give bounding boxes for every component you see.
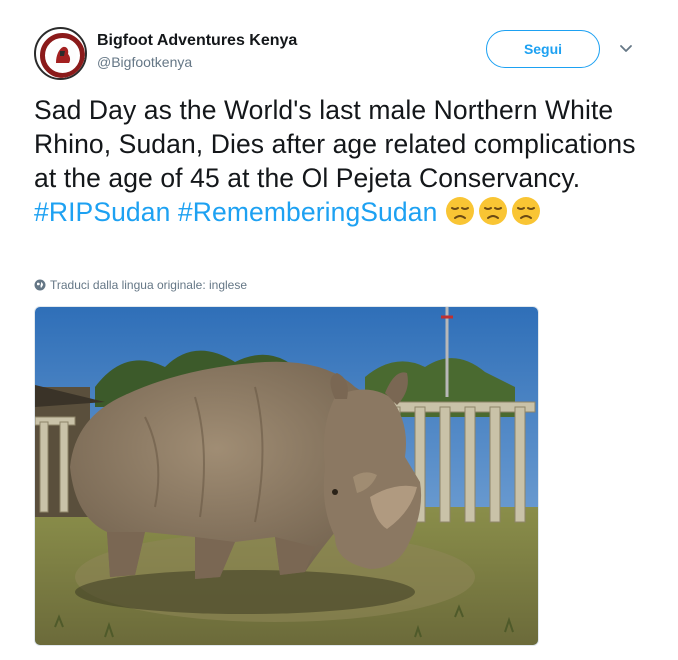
author-block: Bigfoot Adventures Kenya @Bigfootkenya bbox=[97, 31, 297, 72]
tweet-text-body: Sad Day as the World's last male Norther… bbox=[34, 95, 636, 193]
chevron-down-icon[interactable] bbox=[618, 40, 634, 56]
tweet-text: Sad Day as the World's last male Norther… bbox=[34, 93, 644, 229]
user-handle[interactable]: @Bigfootkenya bbox=[97, 52, 297, 72]
hashtag-rememberingsudan[interactable]: #RememberingSudan bbox=[178, 197, 438, 227]
globe-icon bbox=[34, 279, 46, 291]
follow-button[interactable]: Segui bbox=[486, 30, 600, 68]
avatar[interactable] bbox=[34, 27, 87, 80]
disappointed-face-emoji-icon bbox=[445, 196, 475, 226]
display-name[interactable]: Bigfoot Adventures Kenya bbox=[97, 31, 297, 51]
translate-link[interactable]: Traduci dalla lingua originale: inglese bbox=[34, 278, 247, 292]
tweet-photo[interactable] bbox=[34, 306, 539, 646]
disappointed-face-emoji-icon bbox=[511, 196, 541, 226]
disappointed-face-emoji-icon bbox=[478, 196, 508, 226]
hashtag-ripsudan[interactable]: #RIPSudan bbox=[34, 197, 170, 227]
translate-label: Traduci dalla lingua originale: inglese bbox=[50, 278, 248, 292]
tweet-card: Bigfoot Adventures Kenya @Bigfootkenya S… bbox=[0, 0, 678, 660]
